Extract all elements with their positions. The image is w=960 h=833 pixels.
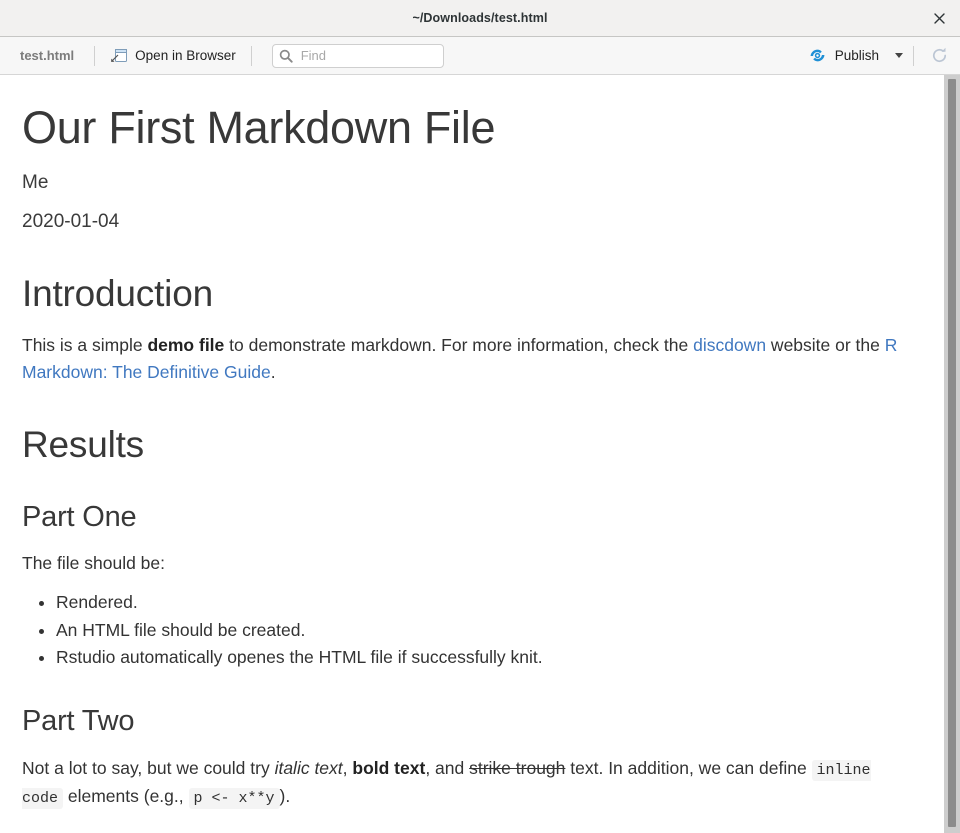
part-two-italic-text: italic text [274,757,343,778]
scrollbar-thumb[interactable] [948,79,956,827]
part-two-text-3: , and [425,757,470,778]
heading-introduction: Introduction [22,272,213,314]
open-in-browser-button[interactable]: Open in Browser [103,45,243,67]
heading-results: Results [22,424,144,466]
list-item: Rstudio automatically openes the HTML fi… [56,644,910,672]
publish-button[interactable]: Publish [802,43,885,68]
heading-part-two: Part Two [22,704,135,737]
toolbar-divider-2 [250,45,252,66]
part-two-text-5: elements (e.g., [63,785,189,806]
close-window-button[interactable] [928,7,950,29]
window-title: ~/Downloads/test.html [412,11,548,25]
part-two-text-1: Not a lot to say, but we could try [22,757,275,778]
chevron-down-icon[interactable] [895,53,903,58]
page-title: Our First Markdown File [22,102,496,153]
scrollbar-corner [944,827,960,833]
search-icon [279,49,293,63]
part-two-text-2: , [342,757,353,778]
link-discdown[interactable]: discdown [693,335,766,355]
refresh-button[interactable] [926,43,952,69]
part-one-list: Rendered. An HTML file should be created… [22,589,910,672]
current-file-label: test.html [20,48,75,63]
publish-label: Publish [834,48,879,63]
inline-code-2: p <- x**y [188,787,280,809]
part-two-text-4: text. In addition, we can define [565,757,812,778]
part-two-strikethrough-text: strike trough [469,757,566,778]
rstudio-viewer-window: ~/Downloads/test.html test.html Open in … [0,0,960,833]
toolbar-divider-3 [913,45,914,66]
part-two-bold-text: bold text [352,757,426,778]
vertical-scrollbar[interactable] [944,75,960,833]
intro-text-2: to demonstrate markdown. For more inform… [224,335,694,356]
list-item: Rendered. [56,589,910,617]
part-one-intro: The file should be: [22,553,166,574]
external-window-icon [110,48,128,64]
viewer-toolbar: test.html Open in Browser Find Publish [0,37,960,75]
titlebar: ~/Downloads/test.html [0,0,960,37]
intro-text-1: This is a simple [22,335,148,356]
introduction-paragraph: This is a simple demo file to demonstrat… [22,332,910,385]
intro-text-3: website or the [766,335,885,356]
publish-icon [808,46,827,65]
intro-bold-demo-file: demo file [147,335,225,356]
intro-text-4: . [270,361,276,382]
document-viewport: Our First Markdown File Me 2020-01-04 In… [0,75,960,833]
list-item: An HTML file should be created. [56,617,910,645]
document-author: Me [22,172,49,194]
find-box[interactable] [271,43,444,68]
part-two-text-6: ). [279,785,291,806]
refresh-icon [930,46,949,65]
open-in-browser-label: Open in Browser [135,48,236,63]
find-input[interactable] [298,47,437,64]
heading-part-one: Part One [22,500,137,533]
toolbar-divider-1 [94,45,96,66]
document-date: 2020-01-04 [22,210,120,232]
rendered-markdown-document: Our First Markdown File Me 2020-01-04 In… [0,75,944,833]
close-icon [933,12,945,24]
part-two-paragraph: Not a lot to say, but we could try itali… [22,755,910,811]
